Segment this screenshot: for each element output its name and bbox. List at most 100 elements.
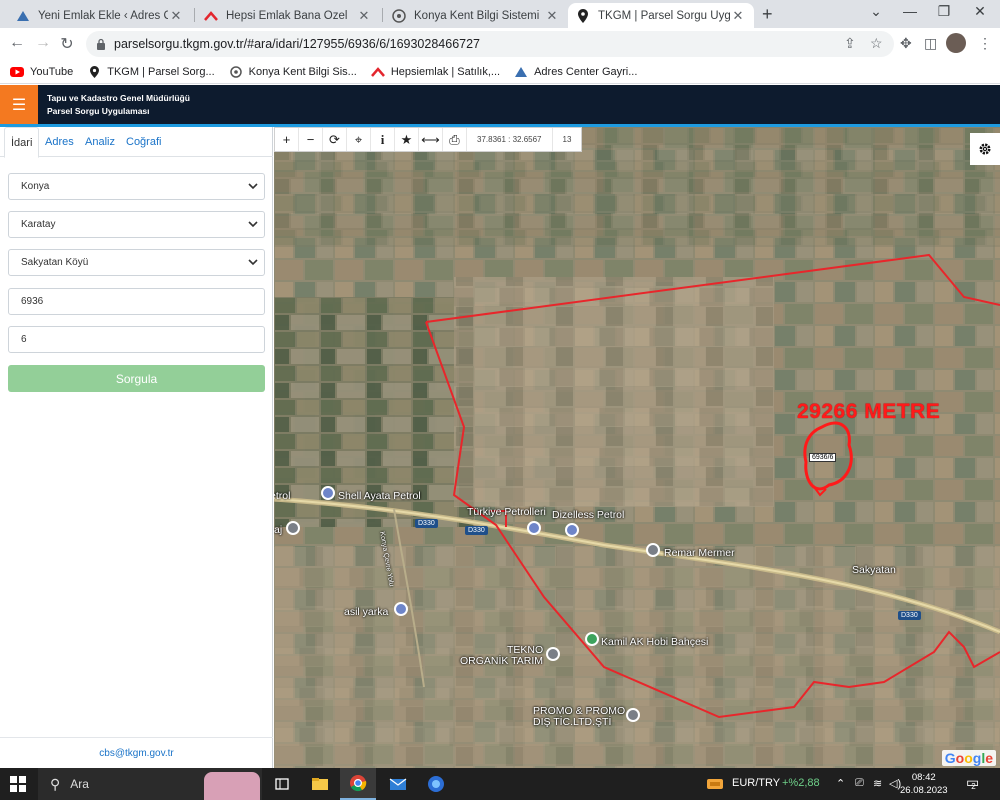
place-label: Shell Ayata Petrol [338, 490, 421, 502]
block-value: 6936 [21, 296, 44, 307]
browser-tab-adres-center[interactable]: Yeni Emlak Ekle ‹ Adres Center G ✕ [8, 3, 192, 28]
refresh-icon[interactable]: ⟳ [323, 128, 347, 151]
coordinate-readout: 37.8361 : 32.6567 [467, 128, 553, 151]
forward-icon[interactable]: → [32, 34, 54, 52]
location-pin-icon[interactable] [626, 708, 640, 722]
chevron-down-icon [248, 221, 258, 228]
tab-cografi[interactable]: Coğrafi [126, 127, 161, 157]
youtube-icon [10, 66, 24, 78]
chrome-icon[interactable] [340, 768, 376, 800]
browser-globe-icon[interactable] [418, 768, 454, 800]
measure-icon[interactable]: ⟷ [419, 128, 443, 151]
new-tab-button[interactable]: + [762, 4, 773, 25]
bookmark-tkgm[interactable]: TKGM | Parsel Sorg... [87, 65, 215, 78]
close-icon[interactable]: ✕ [730, 8, 746, 24]
province-select[interactable]: Konya [8, 173, 265, 200]
bookmark-label: Adres Center Gayri... [534, 65, 638, 78]
plus-icon[interactable]: + [275, 128, 299, 151]
browser-tab-tkgm[interactable]: TKGM | Parsel Sorgu Uygulaması ✕ [568, 3, 754, 28]
district-select[interactable]: Karatay [8, 211, 265, 238]
gear-icon[interactable] [970, 133, 1000, 165]
reload-icon[interactable]: ↻ [56, 34, 78, 54]
shop-pin-icon[interactable] [394, 602, 408, 616]
browser-toolbar: ← → ↻ parselsorgu.tkgm.gov.tr/#ara/idari… [0, 28, 1000, 60]
bookmark-star-icon[interactable]: ☆ [870, 35, 883, 52]
share-icon[interactable]: ⇪ [844, 35, 856, 52]
mail-icon[interactable] [380, 768, 416, 800]
bookmark-youtube[interactable]: YouTube [10, 66, 73, 78]
taskbar-search[interactable]: ⚲ Ara [38, 768, 262, 800]
bookmark-adres-center[interactable]: Adres Center Gayri... [514, 66, 637, 78]
map-toolbar: + − ⟳ ⌖ i ★ ⟷ ⎙ 37.8361 : 32.6567 13 [274, 127, 583, 152]
window-close-icon[interactable]: ✕ [962, 3, 998, 20]
tab-idari[interactable]: İdari [4, 127, 40, 158]
task-view-icon[interactable] [264, 768, 300, 800]
google-logo: Google [941, 750, 996, 766]
extensions-icon[interactable]: ✥ [900, 35, 912, 52]
info-icon[interactable]: i [371, 128, 395, 151]
chevron-up-icon[interactable]: ⌃ [836, 777, 845, 790]
close-icon[interactable]: ✕ [544, 8, 560, 24]
tab-analiz[interactable]: Analiz [85, 127, 115, 157]
chevron-down-icon[interactable]: ⌄ [858, 3, 894, 20]
address-bar[interactable]: parselsorgu.tkgm.gov.tr/#ara/idari/12795… [86, 31, 894, 57]
place-label: Dizelless Petrol [552, 509, 625, 521]
tab-adres[interactable]: Adres [45, 127, 74, 157]
minus-icon[interactable]: − [299, 128, 323, 151]
fuel-station-pin-icon[interactable] [565, 523, 579, 537]
windows-start-icon[interactable] [10, 776, 26, 792]
query-panel: İdari Adres Analiz Coğrafi Konya Karatay… [0, 127, 273, 768]
garden-pin-icon[interactable] [585, 632, 599, 646]
search-icon: ⚲ [50, 775, 61, 792]
parcel-input[interactable]: 6 [8, 326, 265, 353]
block-input[interactable]: 6936 [8, 288, 265, 315]
neighborhood-select[interactable]: Sakyatan Köyü [8, 249, 265, 276]
kebab-menu-icon[interactable]: ⋮ [978, 35, 992, 52]
bookmark-hepsiemlak[interactable]: Hepsiemlak | Satılık,... [370, 66, 500, 78]
place-label: asil yarka [344, 606, 389, 618]
location-pin-icon[interactable] [646, 543, 660, 557]
adres-center-icon [514, 66, 528, 78]
star-icon[interactable]: ★ [395, 128, 419, 151]
bookmarks-bar: YouTube TKGM | Parsel Sorg... Konya Kent… [0, 60, 1000, 84]
app-title: Tapu ve Kadastro Genel Müdürlüğü Parsel … [47, 92, 190, 118]
print-icon[interactable]: ⎙ [443, 128, 467, 151]
file-explorer-icon[interactable] [302, 768, 338, 800]
tab-title: TKGM | Parsel Sorgu Uygulaması [598, 9, 730, 22]
taskbar-clock[interactable]: 08:42 26.08.2023 [900, 771, 948, 797]
province-value: Konya [21, 181, 50, 192]
road-badge: D330 [465, 526, 488, 535]
bookmark-label: Konya Kent Bilgi Sis... [248, 65, 357, 78]
minimize-icon[interactable]: — [892, 3, 928, 19]
close-icon[interactable]: ✕ [356, 8, 372, 24]
fuel-station-pin-icon[interactable] [321, 486, 335, 500]
hamburger-icon[interactable]: ☰ [0, 85, 38, 124]
contact-email-link[interactable]: cbs@tkgm.gov.tr [0, 737, 273, 768]
crosshair-icon[interactable]: ⌖ [347, 128, 371, 151]
restore-icon[interactable]: ❐ [926, 3, 962, 20]
currency-pair[interactable]: EUR/TRY [732, 777, 780, 789]
side-panel-icon[interactable]: ◫ [924, 35, 937, 52]
hepsiemlak-icon [370, 66, 385, 78]
map-view[interactable]: + − ⟳ ⌖ i ★ ⟷ ⎙ 37.8361 : 32.6567 13 292… [274, 127, 1000, 768]
neighborhood-value: Sakyatan Köyü [21, 257, 89, 268]
notification-icon[interactable]: ▭2 [966, 774, 984, 791]
bookmark-konya[interactable]: Konya Kent Bilgi Sis... [229, 66, 357, 78]
wifi-icon[interactable]: ≋ [873, 777, 882, 790]
place-label: Kamil AK Hobi Bahçesi [601, 636, 709, 648]
location-pin-icon[interactable] [546, 647, 560, 661]
close-icon[interactable]: ✕ [168, 8, 184, 24]
meet-now-icon[interactable]: ⎚ [855, 777, 864, 790]
fuel-station-pin-icon[interactable] [527, 521, 541, 535]
place-label: ORGANİK TARIM [460, 655, 544, 667]
browser-tab-hepsiemlak[interactable]: Hepsi Emlak Bana Özel ✕ [196, 3, 380, 28]
sorgula-button[interactable]: Sorgula [8, 365, 265, 392]
currency-icon [706, 777, 724, 794]
location-pin-icon[interactable] [286, 521, 300, 535]
road-badge: D330 [415, 519, 438, 528]
avatar[interactable] [946, 33, 966, 53]
clock-time: 08:42 [911, 772, 936, 783]
notification-count: 2 [971, 782, 976, 791]
back-icon[interactable]: ← [6, 34, 28, 52]
browser-tab-konya[interactable]: Konya Kent Bilgi Sistemi ✕ [384, 3, 568, 28]
